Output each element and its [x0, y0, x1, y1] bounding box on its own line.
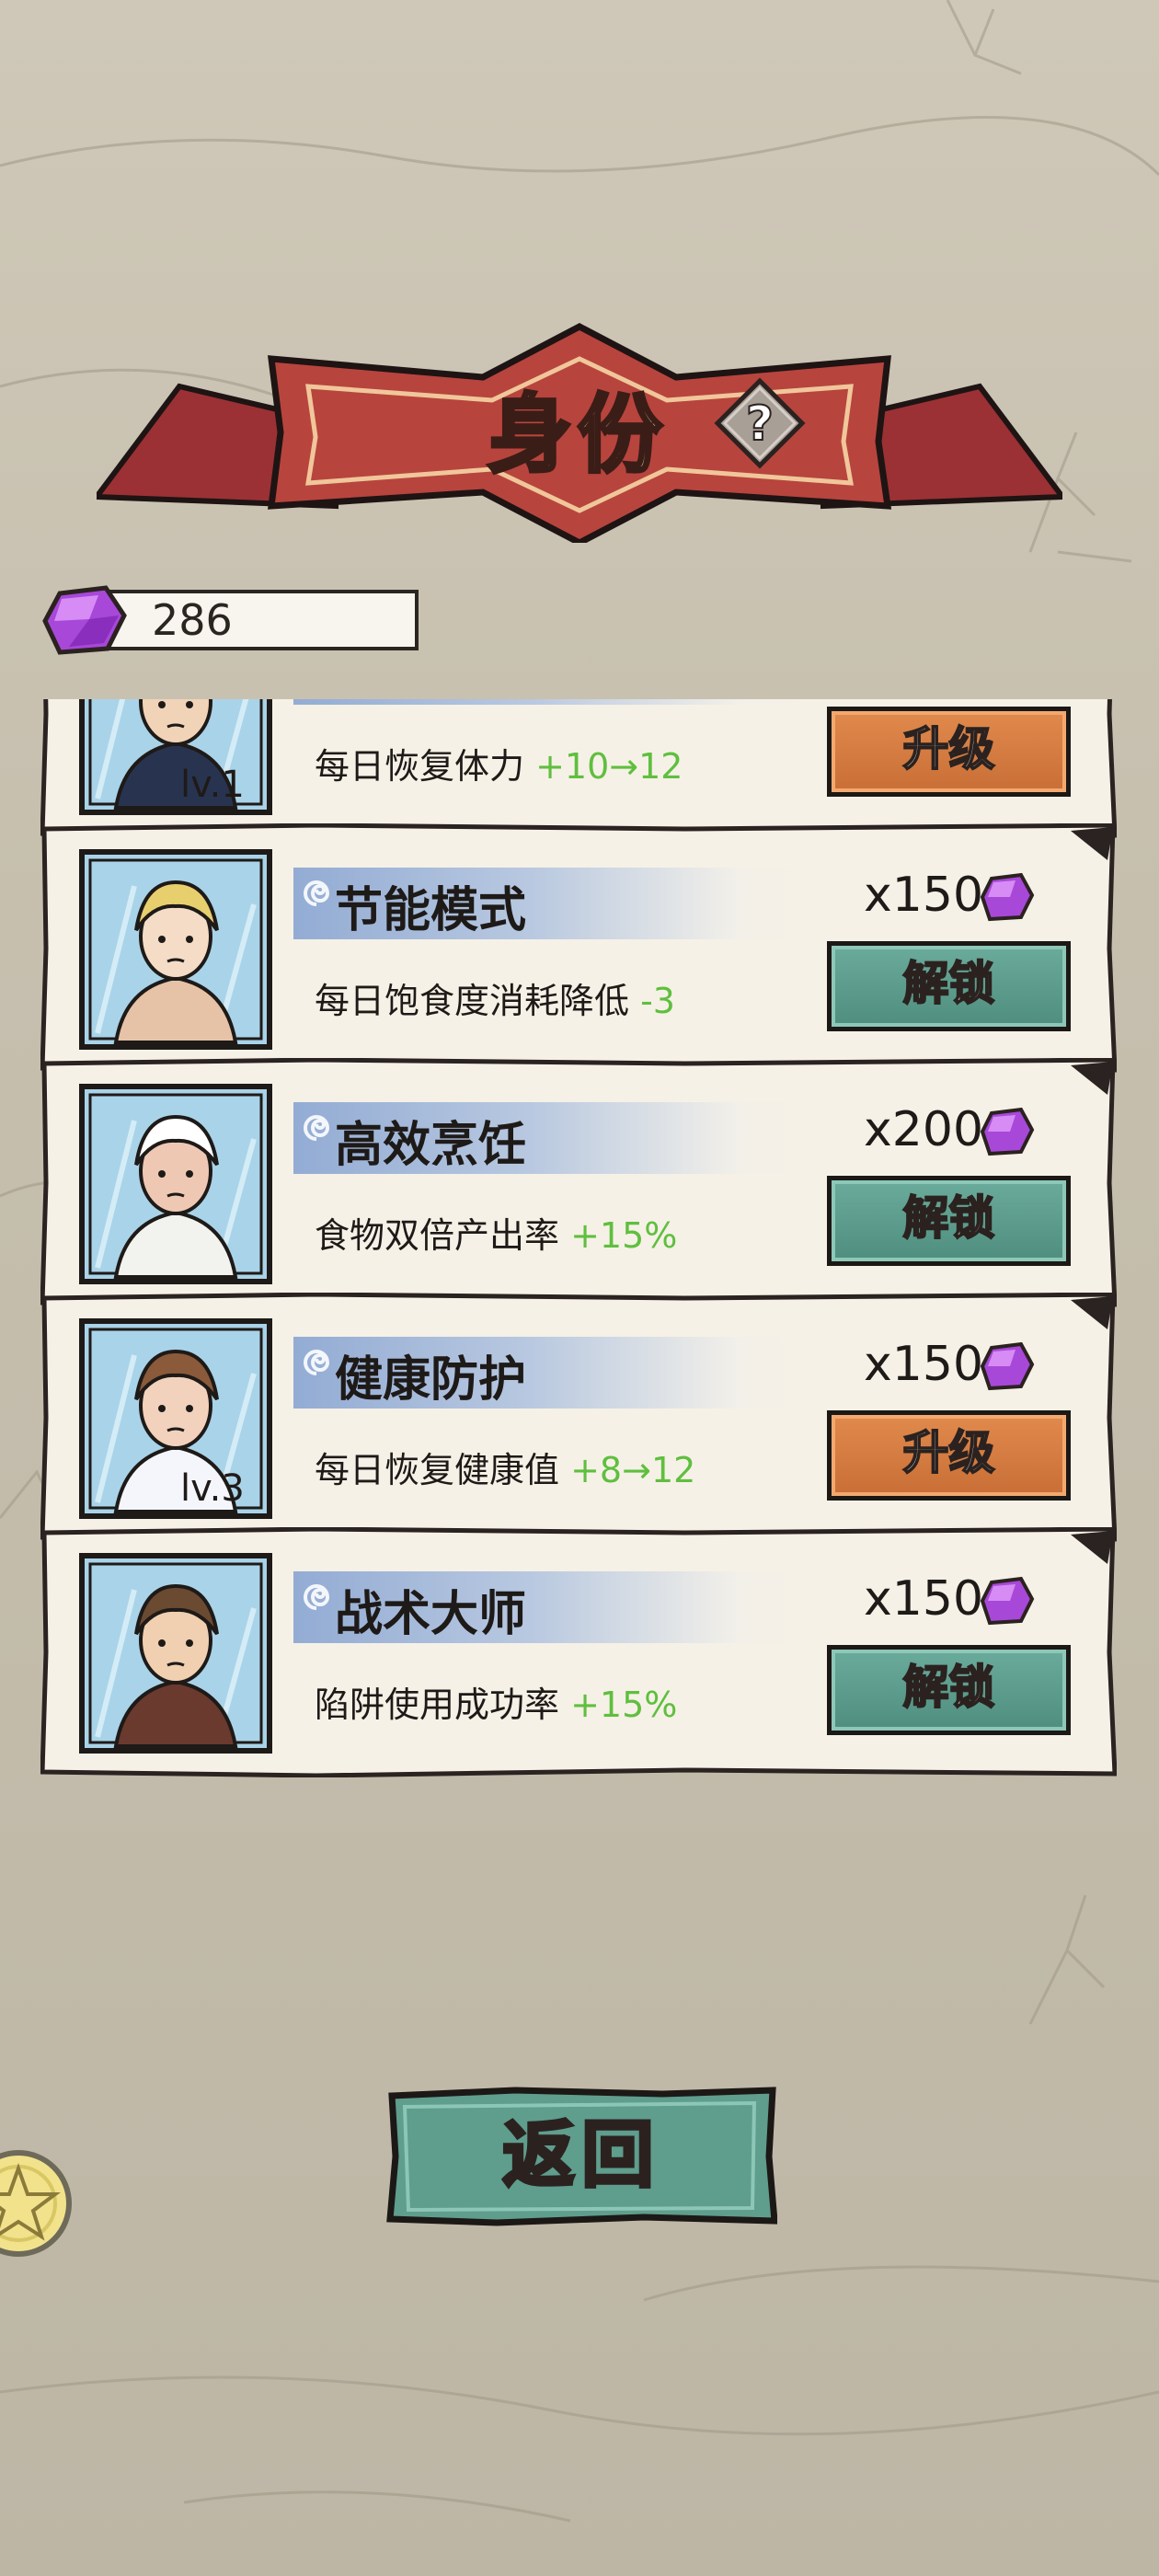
identity-effect: 每日恢复体力 +10→12 [315, 738, 683, 788]
identity-effect: 陷阱使用成功率 +15% [315, 1676, 677, 1727]
help-button[interactable]: ? [714, 377, 806, 469]
identity-list[interactable]: lv.1 活力满满 每日恢复体力 +10→12 x150 升级 [37, 699, 1122, 1996]
effect-text: 每日恢复健康值 [315, 1450, 571, 1490]
identity-card: lv.3 健康防护 每日恢复健康值 +8→12 x150 升级 [40, 1293, 1117, 1543]
identity-card: lv.1 活力满满 每日恢复体力 +10→12 x150 升级 [40, 699, 1117, 839]
button-label: 升级 [902, 721, 996, 776]
character-portrait [79, 849, 272, 1050]
price-label: x150 [864, 1571, 984, 1627]
effect-value: +10→12 [535, 746, 683, 787]
purple-gem-icon [980, 1576, 1035, 1626]
effect-text: 每日饱食度消耗降低 [315, 981, 641, 1021]
identity-card: 战术大师 陷阱使用成功率 +15% x150 解锁 [40, 1527, 1117, 1777]
effect-value: -3 [640, 981, 675, 1021]
effect-text: 每日恢复体力 [315, 746, 536, 787]
svg-text:?: ? [746, 397, 774, 452]
character-portrait [79, 1553, 272, 1754]
button-label: 解锁 [902, 1660, 996, 1715]
identity-effect: 每日饱食度消耗降低 -3 [315, 972, 675, 1023]
swirl-icon [304, 1350, 330, 1375]
level-label: lv.3 [180, 1467, 245, 1510]
price-label: x150 [864, 1337, 984, 1392]
unlock-button[interactable]: 解锁 [827, 1645, 1071, 1735]
swirl-icon [304, 1584, 330, 1610]
effect-text: 陷阱使用成功率 [315, 1685, 571, 1725]
upgrade-button[interactable]: 升级 [827, 1410, 1071, 1501]
button-label: 解锁 [902, 1190, 996, 1246]
purple-gem-icon [980, 1107, 1035, 1156]
button-label: 解锁 [902, 956, 996, 1011]
page-title: 身份 [486, 384, 669, 486]
identity-name: 健康防护 [335, 1352, 527, 1408]
star-badge-icon[interactable] [0, 2148, 74, 2259]
unlock-button[interactable]: 解锁 [827, 941, 1071, 1031]
effect-value: +8→12 [570, 1450, 696, 1490]
price-label: x200 [864, 1102, 984, 1157]
upgrade-button[interactable]: 升级 [827, 707, 1071, 797]
purple-gem-icon [980, 872, 1035, 922]
effect-value: +15% [570, 1215, 678, 1256]
identity-effect: 食物双倍产出率 +15% [315, 1207, 677, 1258]
level-label: lv.1 [180, 764, 245, 806]
purple-gem-icon [980, 1341, 1035, 1391]
identity-card: 节能模式 每日饱食度消耗降低 -3 x150 解锁 [40, 823, 1117, 1074]
character-portrait [79, 1084, 272, 1284]
back-button-label: 返回 [500, 2112, 661, 2199]
gem-counter: 286 [41, 584, 419, 656]
gem-count: 286 [152, 595, 233, 645]
swirl-icon [304, 880, 330, 906]
unlock-button[interactable]: 解锁 [827, 1176, 1071, 1266]
effect-text: 食物双倍产出率 [315, 1215, 571, 1256]
swirl-icon [304, 1115, 330, 1141]
identity-card: 高效烹饪 食物双倍产出率 +15% x200 解锁 [40, 1058, 1117, 1308]
button-label: 升级 [902, 1425, 996, 1480]
back-button[interactable]: 返回 [386, 2087, 777, 2226]
question-icon: ? [714, 377, 806, 469]
identity-effect: 每日恢复健康值 +8→12 [315, 1442, 695, 1492]
purple-gem-icon [42, 585, 127, 655]
identity-name: 活力满满 [335, 699, 526, 706]
identity-name: 战术大师 [335, 1587, 527, 1642]
identity-name: 高效烹饪 [335, 1118, 527, 1173]
price-label: x150 [864, 868, 984, 923]
identity-name: 节能模式 [335, 883, 527, 938]
effect-value: +15% [570, 1685, 678, 1725]
